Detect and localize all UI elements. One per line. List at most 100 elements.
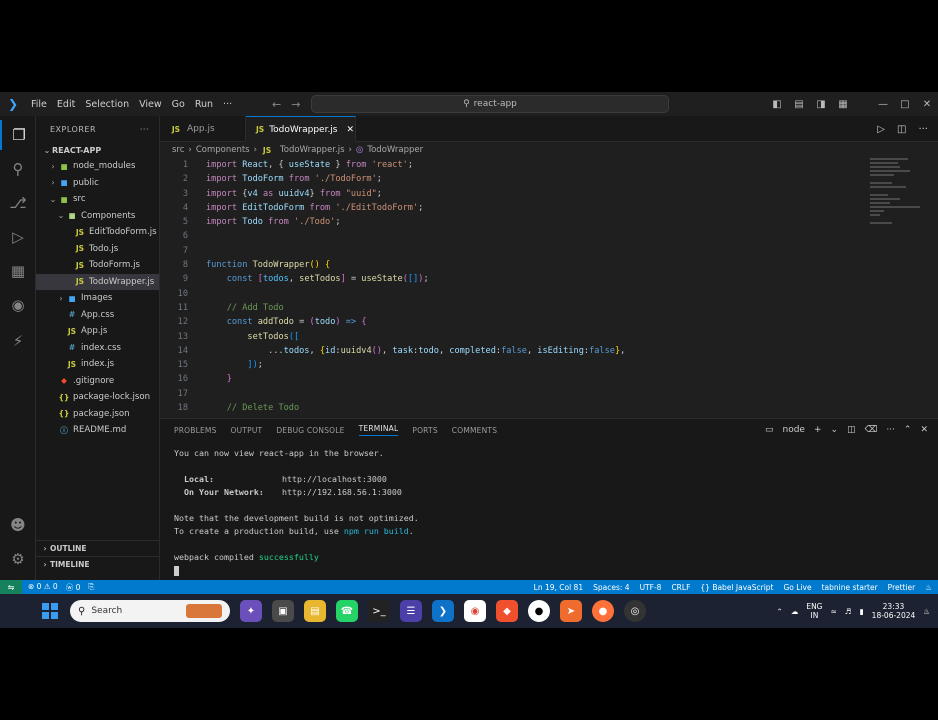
app-icon[interactable]: ☰ [400,600,422,622]
tabnine-status[interactable]: tabnine starter [822,583,878,592]
split-terminal-icon[interactable]: ◫ [847,425,856,435]
tab-todowrapper-js[interactable]: JS TodoWrapper.js ✕ [246,116,356,142]
maximize-panel-icon[interactable]: ⌃ [904,425,912,435]
battery-icon[interactable]: ▮ [860,607,864,616]
tree-folder[interactable]: › ■ node_modules [36,158,159,175]
tree-file[interactable]: {} package.json [36,406,159,423]
windows-start-icon[interactable] [42,603,58,619]
panel-tab-problems[interactable]: PROBLEMS [174,426,217,435]
maximize-icon[interactable]: □ [894,99,916,110]
more-actions-icon[interactable]: ··· [140,125,149,134]
command-center-search[interactable]: ⚲ react-app [311,95,669,113]
menu-file[interactable]: File [26,99,52,110]
tree-file[interactable]: ◆ .gitignore [36,373,159,390]
vscode-taskbar-icon[interactable]: ❯ [432,600,454,622]
menu-view[interactable]: View [134,99,167,110]
tab-app-js[interactable]: JS App.js [160,116,246,142]
explorer-files-icon[interactable]: ❐ [0,120,36,150]
tree-folder[interactable]: ⌄ ■ src [36,191,159,208]
toggle-secondary-sidebar-icon[interactable]: ◨ [810,99,832,110]
clock[interactable]: 23:33 18-06-2024 [872,602,916,620]
taskbar-search[interactable]: ⚲ Search [70,600,230,622]
breadcrumb-symbol[interactable]: TodoWrapper [367,145,423,155]
chrome-icon[interactable]: ◉ [464,600,486,622]
tree-file[interactable]: JS App.js [36,323,159,340]
minimize-icon[interactable]: — [872,99,894,110]
breadcrumb-src[interactable]: src [172,145,184,155]
ports-count[interactable]: ⓦ 0 [66,582,81,593]
panel-tab-debug-console[interactable]: DEBUG CONSOLE [276,426,344,435]
problems-count[interactable]: ⊗ 0 ⚠ 0 [28,582,58,593]
outline-section[interactable]: › OUTLINE [36,540,160,556]
code-editor[interactable]: 1 import React, { useState } from 'react'… [160,158,860,414]
toggle-panel-icon[interactable]: ▤ [788,99,810,110]
tray-chevron-up-icon[interactable]: ⌃ [777,607,783,616]
copilot-icon[interactable]: ✦ [240,600,262,622]
extensions-icon[interactable]: ▦ [0,256,36,286]
terminal-app-icon[interactable]: >_ [368,600,390,622]
run-code-icon[interactable]: ▷ [877,124,885,135]
tree-file[interactable]: JS index.js [36,356,159,373]
tabnine-icon[interactable]: ⚡ [0,326,36,356]
tree-file[interactable]: JS TodoWrapper.js [36,273,159,290]
tree-folder[interactable]: ⌄ ■ Components [36,208,159,225]
explorer-root-folder[interactable]: ⌄ REACT-APP [36,142,159,158]
more-actions-icon[interactable]: ··· [886,425,895,435]
panel-tab-comments[interactable]: COMMENTS [452,426,497,435]
onedrive-icon[interactable]: ☁ [791,607,799,616]
task-view-icon[interactable]: ▣ [272,600,294,622]
app-circle-icon[interactable]: ● [528,600,550,622]
split-editor-icon[interactable]: ◫ [897,124,906,135]
whatsapp-icon[interactable]: ☎ [336,600,358,622]
remote-indicator-icon[interactable]: ⇋ [0,580,22,594]
chevron-down-icon[interactable]: ⌄ [831,425,839,435]
toggle-sidebar-icon[interactable]: ◧ [766,99,788,110]
language-indicator[interactable]: ENG IN [806,602,822,620]
indentation[interactable]: Spaces: 4 [593,583,629,592]
timeline-section[interactable]: › TIMELINE [36,556,160,572]
back-arrow-icon[interactable]: ← [272,98,281,111]
run-debug-icon[interactable]: ▷ [0,222,36,252]
tree-file[interactable]: JS Todo.js [36,241,159,258]
obs-icon[interactable]: ◎ [624,600,646,622]
menu-selection[interactable]: Selection [80,99,134,110]
postman-icon[interactable]: ➤ [560,600,582,622]
close-tab-icon[interactable]: ✕ [347,125,355,135]
terminal-output[interactable]: You can now view react-app in the browse… [174,447,914,577]
panel-tab-ports[interactable]: PORTS [412,426,437,435]
tree-file[interactable]: # App.css [36,307,159,324]
customize-layout-icon[interactable]: ▦ [832,99,854,110]
search-icon[interactable]: ⚲ [0,154,36,184]
cursor-position[interactable]: Ln 19, Col 81 [534,583,583,592]
minimap[interactable] [870,158,926,238]
trash-icon[interactable]: ⌫ [865,425,878,435]
line-endings[interactable]: CRLF [671,583,690,592]
new-terminal-icon[interactable]: + [814,425,822,435]
tree-file[interactable]: ⓘ README.md [36,422,159,439]
panel-tab-output[interactable]: OUTPUT [231,426,263,435]
encoding[interactable]: UTF-8 [640,583,662,592]
volume-icon[interactable]: ♬ [845,607,852,616]
firefox-icon[interactable]: ● [592,600,614,622]
status-extra[interactable]: ⎘ [88,582,94,593]
tree-folder[interactable]: › ■ public [36,175,159,192]
notifications-bell-icon[interactable]: ♨ [925,583,932,592]
notification-icon[interactable]: ♨ [923,607,930,616]
go-live-button[interactable]: Go Live [784,583,812,592]
settings-gear-icon[interactable]: ⚙ [0,544,36,574]
prettier-status[interactable]: Prettier [888,583,916,592]
docker-icon[interactable]: ◉ [0,290,36,320]
source-control-icon[interactable]: ⎇ [0,188,36,218]
git-icon[interactable]: ◆ [496,600,518,622]
close-window-icon[interactable]: ✕ [916,99,938,110]
breadcrumb-file[interactable]: TodoWrapper.js [280,145,345,155]
language-mode[interactable]: {} Babel JavaScript [700,583,773,592]
file-explorer-icon[interactable]: ▤ [304,600,326,622]
tree-file[interactable]: {} package-lock.json [36,389,159,406]
terminal-shell-label[interactable]: node [783,425,805,435]
panel-tab-terminal[interactable]: TERMINAL [358,424,399,436]
tree-file[interactable]: JS EditTodoForm.js [36,224,159,241]
more-actions-icon[interactable]: ··· [918,124,928,135]
tree-file[interactable]: JS TodoForm.js [36,257,159,274]
forward-arrow-icon[interactable]: → [291,98,300,111]
